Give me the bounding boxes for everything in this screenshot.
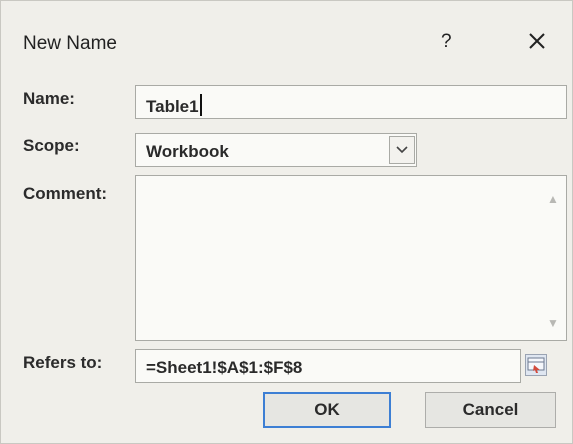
scroll-down-icon[interactable]: ▼ [547,316,559,330]
scope-select[interactable]: Workbook [135,133,417,167]
refers-to-label: Refers to: [23,353,103,372]
scope-label: Scope: [23,136,80,155]
collapse-dialog-icon[interactable] [525,354,547,376]
refers-to-input[interactable]: =Sheet1!$A$1:$F$8 [135,349,521,383]
scope-dropdown-button[interactable] [389,136,415,164]
comment-textarea[interactable]: ▲ ▼ [135,175,567,341]
scroll-up-icon[interactable]: ▲ [547,192,559,206]
name-input-value: Table1 [146,97,199,116]
name-input[interactable]: Table1 [135,85,567,119]
chevron-down-icon [396,146,408,154]
dialog-title: New Name [23,33,117,54]
text-caret [199,94,202,116]
ok-button[interactable]: OK [263,392,391,428]
name-label: Name: [23,89,75,109]
comment-label: Comment: [23,184,108,203]
cancel-button[interactable]: Cancel [425,392,556,428]
scope-select-value: Workbook [146,142,229,161]
refers-to-value: =Sheet1!$A$1:$F$8 [146,358,303,377]
range-select-icon [527,357,545,373]
name-label-text: Name: [23,89,75,108]
help-icon[interactable]: ? [441,31,452,53]
new-name-dialog: New Name ? Name: Table1 Scope: Workbook … [0,0,573,444]
close-icon[interactable] [521,25,553,57]
